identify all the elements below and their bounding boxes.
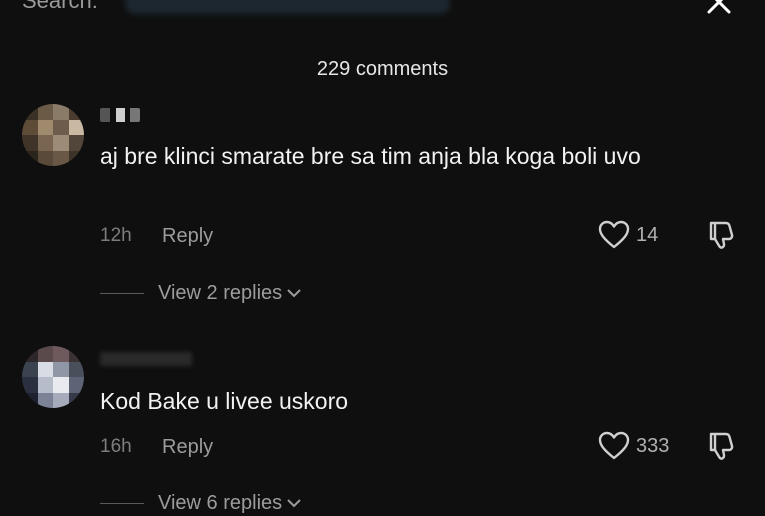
heart-outline-icon [598,431,630,460]
like-count: 14 [636,223,659,246]
comment-time: 12h [100,225,132,246]
view-replies-button[interactable]: View 2 replies [100,280,302,306]
avatar[interactable] [22,104,84,166]
comment-meta: 16h Reply [100,433,213,461]
thumbs-down-icon[interactable] [706,219,738,251]
reply-button[interactable]: Reply [162,436,213,459]
like-count: 333 [636,434,670,457]
comments-count: 229 comments [316,58,449,80]
search-label: Search: [22,0,98,13]
comment-text: Kod Bake u livee uskoro [100,388,349,414]
username[interactable] [100,108,140,122]
thumbs-down-icon[interactable] [706,430,738,462]
divider-line [100,292,144,294]
comment-meta: 12h Reply [100,222,213,250]
view-replies-label: View 6 replies [158,491,283,514]
search-bar[interactable]: Search: [0,0,765,22]
avatar[interactable] [22,346,84,408]
username[interactable] [100,352,192,366]
chevron-down-icon [287,289,301,298]
heart-outline-icon [598,220,630,249]
like-button[interactable]: 14 [598,219,658,251]
comment-text: aj bre klinci smarate bre sa tim anja bl… [100,143,641,169]
divider-line [100,502,144,504]
like-button[interactable]: 333 [598,430,669,462]
view-replies-label: View 2 replies [158,281,283,304]
view-replies-button[interactable]: View 6 replies [100,490,302,516]
close-icon[interactable] [703,0,733,22]
search-input[interactable] [125,0,450,14]
comment-time: 16h [100,436,132,457]
reply-button[interactable]: Reply [162,225,213,248]
chevron-down-icon [287,499,301,508]
